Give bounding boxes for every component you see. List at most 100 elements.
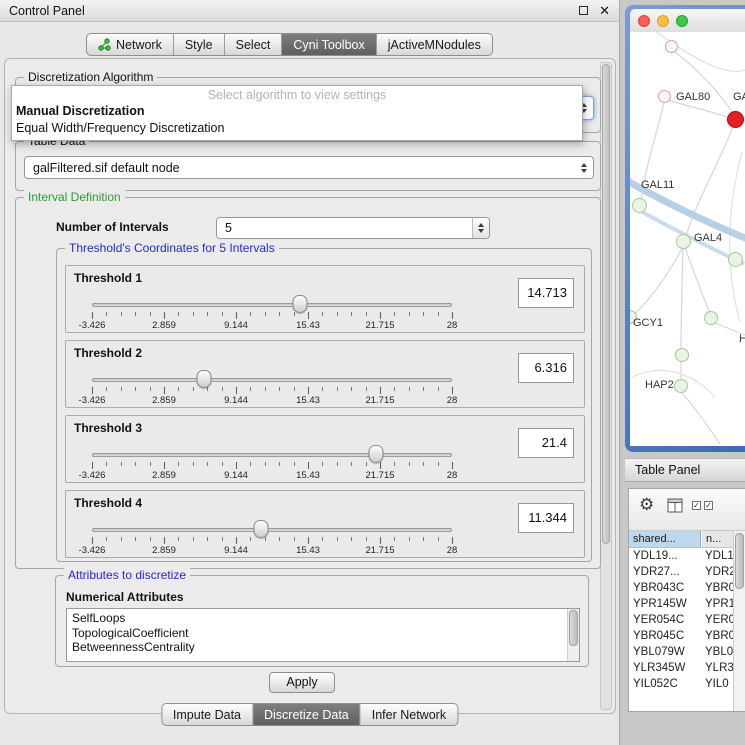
float-window-icon[interactable] [579, 6, 588, 15]
table-row[interactable]: YDR27...YDR2 [629, 564, 733, 580]
apply-button[interactable]: Apply [269, 672, 335, 693]
tab-label: Style [185, 38, 213, 52]
slider-thumb[interactable] [196, 370, 211, 388]
minimize-traffic-light-icon[interactable] [657, 15, 669, 27]
table-data-selected: galFiltered.sif default node [33, 161, 180, 175]
tab-infer-network[interactable]: Infer Network [361, 704, 457, 725]
slider-thumb[interactable] [292, 295, 307, 313]
slider-tick-labels: -3.4262.8599.14415.4321.71528 [92, 320, 452, 331]
table-row[interactable]: YBR045CYBR0 [629, 628, 733, 644]
slider-track[interactable] [92, 528, 452, 532]
close-icon[interactable]: ✕ [599, 4, 610, 17]
table-row[interactable]: YDL19...YDL1 [629, 548, 733, 564]
list-scrollbar[interactable] [567, 609, 579, 661]
threshold-slider-2[interactable]: -3.4262.8599.14415.4321.71528 [92, 367, 452, 407]
column-layout-icon[interactable] [667, 498, 683, 513]
network-node[interactable] [727, 111, 744, 128]
group-title: Threshold's Coordinates for 5 Intervals [65, 241, 279, 255]
scrollbar-thumb[interactable] [602, 64, 610, 544]
network-node[interactable] [674, 379, 688, 393]
node-label: GCY1 [633, 317, 663, 329]
table-row[interactable]: YIL052CYIL0 [629, 676, 733, 692]
control-panel-titlebar: Control Panel ✕ [0, 0, 619, 22]
network-node[interactable] [665, 40, 678, 53]
attribute-item[interactable]: TopologicalCoefficient [72, 626, 565, 641]
tab-network[interactable]: Network [87, 34, 174, 55]
slider-tick-labels: -3.4262.8599.14415.4321.71528 [92, 470, 452, 481]
slider-thumb[interactable] [369, 445, 384, 463]
tab-discretize-data[interactable]: Discretize Data [253, 704, 361, 725]
threshold-slider-3[interactable]: -3.4262.8599.14415.4321.71528 [92, 442, 452, 482]
tab-style[interactable]: Style [174, 34, 225, 55]
threshold-value-field[interactable]: 21.4 [518, 428, 574, 458]
table-data-combo[interactable]: galFiltered.sif default node [24, 156, 594, 179]
spinner-arrows-icon[interactable] [472, 218, 489, 238]
threshold-panel-3: Threshold 3 -3.4262.8599.14415.4321.7152… [65, 415, 585, 483]
number-of-intervals-spinner[interactable]: 5 [216, 217, 490, 239]
gear-icon[interactable]: ⚙ [639, 496, 654, 513]
network-tab-icon [98, 38, 111, 51]
table-row[interactable]: YBL079WYBL0 [629, 644, 733, 660]
network-canvas[interactable]: GAL80GAGAL11GAL4GCY1HHAP2 [630, 32, 745, 446]
table-header-row: shared... n... [629, 531, 745, 548]
checkbox-icon[interactable]: ✓ [692, 501, 701, 510]
zoom-traffic-light-icon[interactable] [676, 15, 688, 27]
checkbox-icon[interactable]: ✓ [704, 501, 713, 510]
tab-select[interactable]: Select [225, 34, 283, 55]
combo-arrows-icon [581, 163, 587, 173]
panel-scrollbar[interactable] [600, 62, 612, 710]
numerical-attributes-list[interactable]: SelfLoopsTopologicalCoefficientBetweenne… [66, 608, 580, 662]
threshold-value-field[interactable]: 14.713 [518, 278, 574, 308]
node-label: GAL80 [676, 91, 710, 103]
dropdown-item-manual-discretization[interactable]: Manual Discretization [12, 103, 582, 120]
network-node[interactable] [676, 234, 691, 249]
network-node[interactable] [632, 198, 647, 213]
network-node[interactable] [704, 311, 718, 325]
threshold-slider-1[interactable]: -3.4262.8599.14415.4321.71528 [92, 292, 452, 332]
table-scrollbar[interactable] [733, 531, 745, 711]
dropdown-item-equal-width-frequency[interactable]: Equal Width/Frequency Discretization [12, 120, 582, 137]
network-window-titlebar[interactable] [630, 9, 745, 32]
attribute-item[interactable]: SelfLoops [72, 611, 565, 626]
table-data-group: Table Data galFiltered.sif default node [15, 141, 601, 191]
application: Control Panel ✕ Network Style Select Cyn… [0, 0, 745, 745]
table-row[interactable]: YLR345WYLR3 [629, 660, 733, 676]
slider-ticks [92, 387, 452, 394]
threshold-value-field[interactable]: 6.316 [518, 353, 574, 383]
interval-definition-group: Interval Definition Number of Intervals … [15, 197, 601, 569]
tab-label: jActiveMNodules [388, 38, 481, 52]
number-of-intervals-label: Number of Intervals [56, 220, 169, 234]
table-row[interactable]: YER054CYER0 [629, 612, 733, 628]
threshold-label: Threshold 4 [74, 496, 142, 510]
table-row[interactable]: YPR145WYPR1 [629, 596, 733, 612]
node-label: GAL11 [641, 179, 674, 191]
panel-title: Control Panel [9, 4, 579, 18]
bottom-tab-bar: Impute Data Discretize Data Infer Networ… [161, 703, 458, 726]
slider-track[interactable] [92, 378, 452, 382]
control-panel: Control Panel ✕ Network Style Select Cyn… [0, 0, 620, 745]
attribute-item[interactable]: BetweennessCentrality [72, 640, 565, 655]
network-node[interactable] [675, 348, 689, 362]
threshold-panel-2: Threshold 2 -3.4262.8599.14415.4321.7152… [65, 340, 585, 408]
threshold-panel-1: Threshold 1 -3.4262.8599.14415.4321.7152… [65, 265, 585, 333]
slider-track[interactable] [92, 453, 452, 457]
network-node[interactable] [658, 90, 671, 103]
tab-cyni-toolbox[interactable]: Cyni Toolbox [282, 34, 376, 55]
threshold-slider-4[interactable]: -3.4262.8599.14415.4321.71528 [92, 517, 452, 557]
column-header-name[interactable]: n... [702, 531, 733, 548]
table-row[interactable]: YBR043CYBR0 [629, 580, 733, 596]
slider-thumb[interactable] [254, 520, 269, 538]
tab-jactivemnodules[interactable]: jActiveMNodules [377, 34, 492, 55]
threshold-value-field[interactable]: 11.344 [518, 503, 574, 533]
close-traffic-light-icon[interactable] [638, 15, 650, 27]
scrollbar-thumb[interactable] [569, 610, 578, 646]
scrollbar-thumb[interactable] [735, 533, 744, 589]
table-panel-title: Table Panel [635, 463, 700, 477]
slider-track[interactable] [92, 303, 452, 307]
network-view-window: GAL80GAGAL11GAL4GCY1HHAP2 [625, 5, 745, 452]
column-header-shared-name[interactable]: shared... [629, 531, 701, 548]
tab-impute-data[interactable]: Impute Data [162, 704, 253, 725]
dropdown-placeholder: Select algorithm to view settings [12, 87, 582, 103]
network-node[interactable] [728, 252, 743, 267]
threshold-label: Threshold 3 [74, 421, 142, 435]
